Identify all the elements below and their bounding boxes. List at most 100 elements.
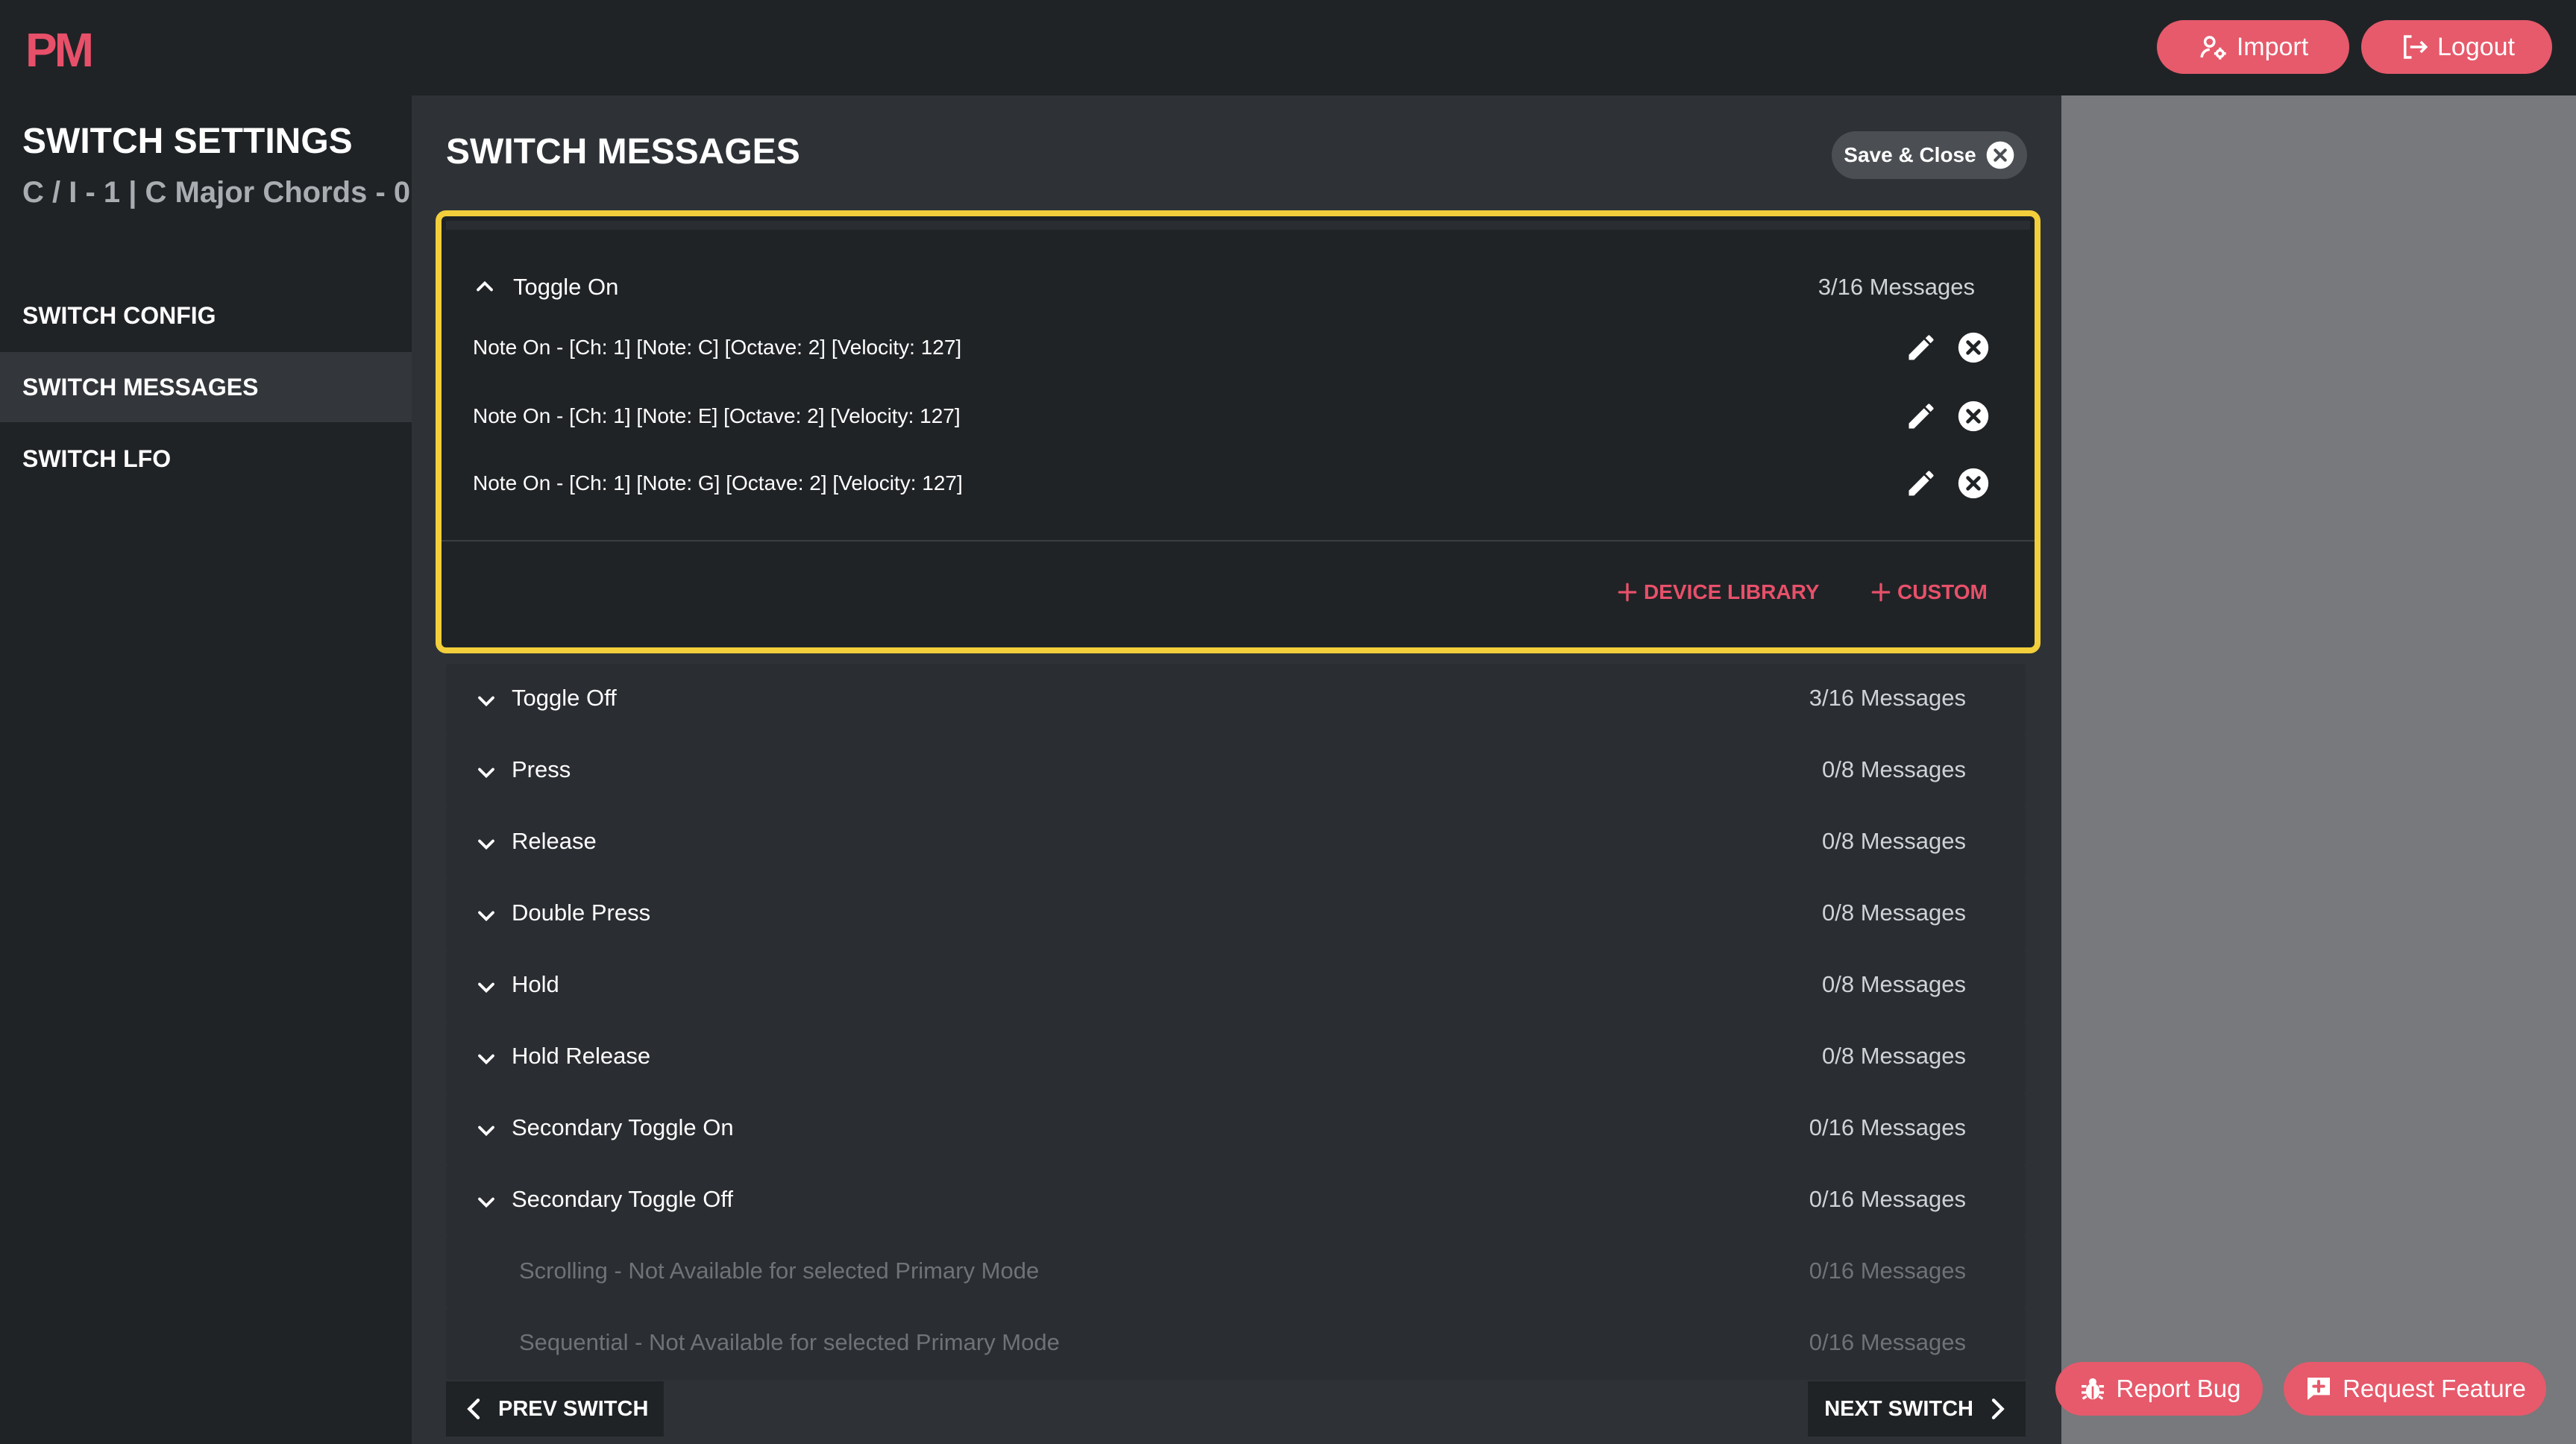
section-scrolling-disabled: Scrolling - Not Available for selected P…	[446, 1237, 2026, 1308]
edit-pencil-icon[interactable]	[1905, 331, 1938, 364]
add-device-library-button[interactable]: DEVICE LIBRARY	[1615, 580, 1819, 604]
section-secondary-toggle-off[interactable]: Secondary Toggle Off 0/16 Messages	[446, 1165, 2026, 1237]
section-divider	[442, 540, 2035, 542]
next-switch-button[interactable]: NEXT SWITCH	[1808, 1381, 2026, 1437]
custom-label: CUSTOM	[1897, 580, 1988, 603]
chevron-left-icon	[467, 1399, 480, 1419]
section-toggle-off[interactable]: Toggle Off 3/16 Messages	[446, 664, 2026, 735]
edit-pencil-icon[interactable]	[1905, 400, 1938, 433]
message-text: Note On - [Ch: 1] [Note: E] [Octave: 2] …	[473, 404, 961, 427]
section-label: Press	[512, 756, 571, 782]
section-message-count: 0/16 Messages	[1809, 1329, 1966, 1355]
section-header-toggle-on[interactable]: Toggle On 3/16 Messages	[442, 252, 2035, 322]
chevron-down-icon	[478, 767, 494, 779]
section-press[interactable]: Press 0/8 Messages	[446, 735, 2026, 807]
sidebar-item-switch-config[interactable]: SWITCH CONFIG	[0, 280, 412, 351]
close-circle-icon	[1986, 141, 2014, 169]
sidebar-item-label: SWITCH LFO	[22, 445, 172, 472]
import-label: Import	[2236, 32, 2309, 61]
section-label: Toggle Off	[512, 685, 617, 711]
chevron-right-icon	[1991, 1399, 2005, 1419]
chevron-down-icon	[478, 1126, 494, 1137]
save-close-button[interactable]: Save & Close	[1832, 131, 2027, 179]
delete-circle-icon[interactable]	[1957, 467, 1990, 500]
plus-icon	[1618, 583, 1637, 602]
section-release[interactable]: Release 0/8 Messages	[446, 807, 2026, 879]
user-gear-icon	[2200, 36, 2226, 60]
section-label: Hold Release	[512, 1043, 651, 1069]
section-label: Secondary Toggle On	[512, 1114, 734, 1140]
chevron-up-icon	[477, 280, 493, 292]
chevron-down-icon	[478, 839, 494, 850]
sidebar-title: SWITCH SETTINGS	[22, 122, 353, 161]
message-actions	[1905, 331, 1990, 364]
report-bug-button[interactable]: Report Bug	[2055, 1362, 2263, 1416]
section-message-count: 0/8 Messages	[1822, 971, 1966, 997]
import-button[interactable]: Import	[2157, 20, 2349, 74]
message-actions	[1905, 400, 1990, 433]
logout-button[interactable]: Logout	[2361, 20, 2552, 74]
section-message-count: 3/16 Messages	[1818, 274, 1975, 300]
section-label: Release	[512, 828, 597, 854]
section-message-count: 0/8 Messages	[1822, 1043, 1966, 1069]
section-message-count: 0/16 Messages	[1809, 1186, 1966, 1212]
request-feature-label: Request Feature	[2343, 1375, 2526, 1402]
delete-circle-icon[interactable]	[1957, 400, 1990, 433]
logout-label: Logout	[2437, 32, 2515, 61]
settings-sidebar: SWITCH SETTINGS C / I - 1 | C Major Chor…	[0, 95, 412, 1444]
section-top-strip	[446, 221, 2030, 230]
logout-icon	[2404, 35, 2428, 59]
add-custom-button[interactable]: CUSTOM	[1869, 580, 1988, 604]
message-text: Note On - [Ch: 1] [Note: G] [Octave: 2] …	[473, 471, 963, 495]
save-close-label: Save & Close	[1844, 143, 1976, 166]
bug-icon	[2081, 1378, 2104, 1400]
section-label: Sequential - Not Available for selected …	[519, 1329, 1060, 1355]
app-header: PM Import Logout	[0, 0, 2576, 95]
section-message-count: 3/16 Messages	[1809, 685, 1966, 711]
expanded-section-toggle-on: Toggle On 3/16 Messages Note On - [Ch: 1…	[436, 210, 2041, 653]
sidebar-item-switch-messages[interactable]: SWITCH MESSAGES	[0, 352, 412, 422]
plus-icon	[1871, 583, 1891, 602]
next-switch-label: NEXT SWITCH	[1824, 1396, 1973, 1421]
request-feature-button[interactable]: Request Feature	[2284, 1362, 2546, 1416]
right-overlay-panel[interactable]	[2061, 95, 2576, 1444]
section-message-count: 0/16 Messages	[1809, 1258, 1966, 1284]
chevron-down-icon	[478, 982, 494, 993]
chevron-down-icon	[478, 696, 494, 707]
prev-switch-label: PREV SWITCH	[498, 1396, 649, 1421]
section-label: Hold	[512, 971, 559, 997]
message-row: Note On - [Ch: 1] [Note: E] [Octave: 2] …	[473, 394, 1990, 439]
message-row: Note On - [Ch: 1] [Note: C] [Octave: 2] …	[473, 325, 1990, 370]
section-label: Toggle On	[513, 274, 619, 300]
section-label: Scrolling - Not Available for selected P…	[519, 1258, 1040, 1284]
page-title: SWITCH MESSAGES	[446, 132, 800, 172]
section-secondary-toggle-on[interactable]: Secondary Toggle On 0/16 Messages	[446, 1093, 2026, 1165]
section-label: Double Press	[512, 900, 651, 926]
app-logo[interactable]: PM	[25, 22, 94, 78]
section-message-count: 0/8 Messages	[1822, 828, 1966, 854]
message-row: Note On - [Ch: 1] [Note: G] [Octave: 2] …	[473, 461, 1990, 506]
message-text: Note On - [Ch: 1] [Note: C] [Octave: 2] …	[473, 336, 962, 359]
section-sequential-disabled: Sequential - Not Available for selected …	[446, 1308, 2026, 1380]
chevron-down-icon	[478, 911, 494, 922]
sidebar-item-label: SWITCH CONFIG	[22, 301, 216, 329]
chevron-down-icon	[478, 1054, 494, 1065]
chevron-down-icon	[478, 1197, 494, 1208]
edit-pencil-icon[interactable]	[1905, 467, 1938, 500]
section-double-press[interactable]: Double Press 0/8 Messages	[446, 879, 2026, 950]
main-panel: SWITCH MESSAGES Save & Close Toggle On 3…	[412, 95, 2061, 1444]
sidebar-subtitle: C / I - 1 | C Major Chords - 0	[22, 176, 411, 209]
sidebar-item-label: SWITCH MESSAGES	[22, 373, 259, 401]
prev-switch-button[interactable]: PREV SWITCH	[446, 1381, 664, 1437]
delete-circle-icon[interactable]	[1957, 331, 1990, 364]
sidebar-item-switch-lfo[interactable]: SWITCH LFO	[0, 424, 412, 494]
section-message-count: 0/8 Messages	[1822, 900, 1966, 926]
feedback-plus-icon	[2308, 1378, 2331, 1400]
section-message-count: 0/16 Messages	[1809, 1114, 1966, 1140]
message-actions	[1905, 467, 1990, 500]
section-message-count: 0/8 Messages	[1822, 756, 1966, 782]
report-bug-label: Report Bug	[2116, 1375, 2241, 1402]
section-hold-release[interactable]: Hold Release 0/8 Messages	[446, 1022, 2026, 1093]
section-hold[interactable]: Hold 0/8 Messages	[446, 950, 2026, 1022]
device-library-label: DEVICE LIBRARY	[1644, 580, 1820, 603]
